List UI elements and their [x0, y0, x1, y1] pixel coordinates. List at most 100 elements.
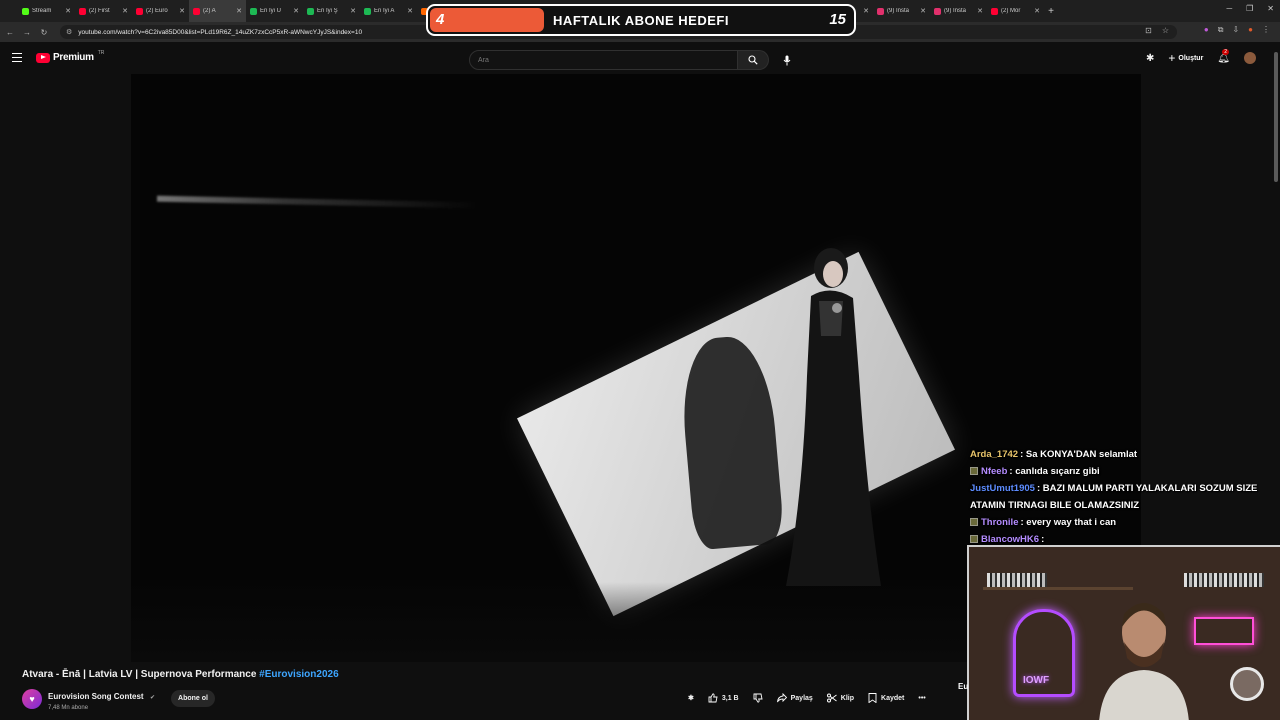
browser-tab[interactable]: (9) Insta ✕ [873, 0, 930, 22]
search-icon [748, 55, 758, 65]
bookmark-icon [868, 693, 877, 703]
window-controls: ─ ❐ ✕ [1226, 4, 1274, 13]
tab-close-icon[interactable]: ✕ [350, 7, 356, 15]
shelf [983, 587, 1133, 590]
tab-close-icon[interactable]: ✕ [236, 7, 242, 15]
channel-name[interactable]: Eurovision Song Contest [48, 692, 144, 701]
profile-icon[interactable]: ● [1248, 25, 1253, 35]
verified-icon: ✔ [150, 695, 156, 701]
bookmark-star-icon[interactable]: ☆ [1162, 26, 1169, 35]
chat-username: BlancowHK6 [981, 534, 1040, 545]
menu-icon[interactable] [12, 53, 22, 65]
tab-close-icon[interactable]: ✕ [1034, 7, 1040, 15]
subscriber-count: 7,48 Mn abone [48, 705, 89, 711]
save-button[interactable]: Kaydet [864, 690, 908, 706]
subscribe-button[interactable]: Abone ol [171, 690, 215, 707]
tab-close-icon[interactable]: ✕ [179, 7, 185, 15]
chat-text: : Sa KONYA'DAN selamlat [1020, 449, 1138, 460]
notification-count: 2 [1222, 48, 1230, 55]
chat-message: Nfeeb: canlıda sıçarız gibi [970, 463, 1270, 480]
tab-close-icon[interactable]: ✕ [293, 7, 299, 15]
tab-favicon-icon [136, 7, 143, 15]
browser-tab[interactable]: En İyi A ✕ [360, 0, 417, 22]
create-button[interactable]: + Oluştur [1168, 51, 1203, 65]
tab-close-icon[interactable]: ✕ [122, 7, 128, 15]
streamer-webcam: IOWF [967, 545, 1280, 720]
tab-favicon-icon [364, 7, 371, 15]
tab-favicon-icon [250, 7, 257, 15]
close-window-icon[interactable]: ✕ [1267, 4, 1274, 13]
browser-tab[interactable]: (2) A ✕ [189, 0, 246, 22]
notifications-button[interactable]: 🔔︎ 2 [1217, 48, 1230, 64]
video-title: Atvara - Ēnā | Latvia LV | Supernova Per… [22, 669, 339, 680]
tab-favicon-icon [79, 7, 86, 15]
gear-icon[interactable]: ✱ [684, 690, 698, 706]
microphone-icon [783, 55, 791, 65]
create-label: Oluştur [1178, 54, 1204, 62]
tab-favicon-icon [934, 7, 941, 15]
next-video-peek[interactable]: Eu [958, 682, 968, 691]
weekly-sub-goal-overlay: 4 HAFTALIK ABONE HEDEFI 15 [426, 4, 856, 36]
browser-tab[interactable]: (2) Euro ✕ [132, 0, 189, 22]
chat-username: Thronile [981, 517, 1019, 528]
browser-tab[interactable]: Stream ✕ [18, 0, 75, 22]
tab-close-icon[interactable]: ✕ [65, 7, 71, 15]
search-input[interactable] [469, 50, 738, 70]
url-text: youtube.com/watch?v=6C2iva85D00&list=PLd… [78, 28, 363, 36]
tab-close-icon[interactable]: ✕ [920, 7, 926, 15]
browser-tab[interactable]: En İyi U ✕ [246, 0, 303, 22]
browser-tab[interactable]: (9) Insta ✕ [930, 0, 987, 22]
tab-close-icon[interactable]: ✕ [863, 7, 869, 15]
site-info-icon[interactable]: ⚙ [66, 28, 72, 36]
logo-region: TR [97, 49, 105, 56]
restore-icon[interactable]: ❐ [1246, 4, 1253, 13]
hashtag-link[interactable]: #Eurovision2026 [259, 669, 338, 680]
tab-title: (2) Mor [1001, 8, 1021, 14]
neon-sign-text: IOWF [1023, 675, 1050, 686]
video-title-text: Atvara - Ēnā | Latvia LV | Supernova Per… [22, 669, 260, 680]
share-icon [776, 693, 787, 703]
tab-favicon-icon [22, 7, 29, 15]
forward-icon[interactable]: → [20, 28, 34, 37]
search-button[interactable] [738, 50, 769, 70]
gear-icon[interactable]: ✱ [1146, 53, 1154, 64]
share-button[interactable]: Paylaş [773, 690, 817, 706]
page-scrollbar[interactable] [1274, 52, 1278, 182]
avatar[interactable] [1244, 52, 1256, 64]
reload-icon[interactable]: ↻ [37, 28, 51, 37]
logo-text: Premium [53, 52, 94, 63]
more-actions-icon[interactable]: ••• [914, 690, 929, 706]
tab-title: En İyi Ş [317, 8, 338, 14]
books [1184, 573, 1264, 587]
browser-tab[interactable]: En İyi Ş ✕ [303, 0, 360, 22]
goal-label: HAFTALIK ABONE HEDEFI [553, 13, 729, 28]
fan [1230, 667, 1264, 701]
youtube-header: Premium TR ✱ + Oluştur 🔔︎ 2 [0, 42, 1280, 74]
voice-search-button[interactable] [780, 50, 794, 70]
extensions-puzzle-icon[interactable]: ⧉ [1218, 25, 1224, 35]
browser-tab[interactable]: (2) First ✕ [75, 0, 132, 22]
install-icon[interactable]: ⊡ [1145, 26, 1152, 35]
new-tab-button[interactable]: + [1044, 6, 1058, 17]
clip-button[interactable]: Klip [823, 690, 858, 706]
downloads-icon[interactable]: ⇩ [1232, 25, 1239, 35]
dislike-button[interactable] [749, 690, 767, 706]
chat-username: JustUmut1905 [970, 483, 1035, 494]
back-icon[interactable]: ← [3, 28, 17, 37]
youtube-logo[interactable]: Premium TR [36, 49, 105, 63]
thumbs-down-icon [753, 693, 763, 703]
tab-title: (2) A [203, 8, 216, 14]
chat-badge-icon [970, 518, 978, 526]
extension-icon[interactable]: ● [1204, 25, 1209, 35]
tab-favicon-icon [193, 7, 200, 15]
tab-close-icon[interactable]: ✕ [977, 7, 983, 15]
goal-target: 15 [829, 11, 846, 28]
thumbs-up-icon [708, 693, 718, 703]
browser-menu-icon[interactable]: ⋮ [1262, 25, 1270, 35]
like-button[interactable]: 3,1 B [704, 690, 743, 706]
minimize-icon[interactable]: ─ [1226, 4, 1232, 13]
channel-avatar[interactable]: ♥ [22, 688, 42, 709]
save-label: Kaydet [881, 694, 905, 702]
browser-tab[interactable]: (2) Mor ✕ [987, 0, 1044, 22]
tab-close-icon[interactable]: ✕ [407, 7, 413, 15]
